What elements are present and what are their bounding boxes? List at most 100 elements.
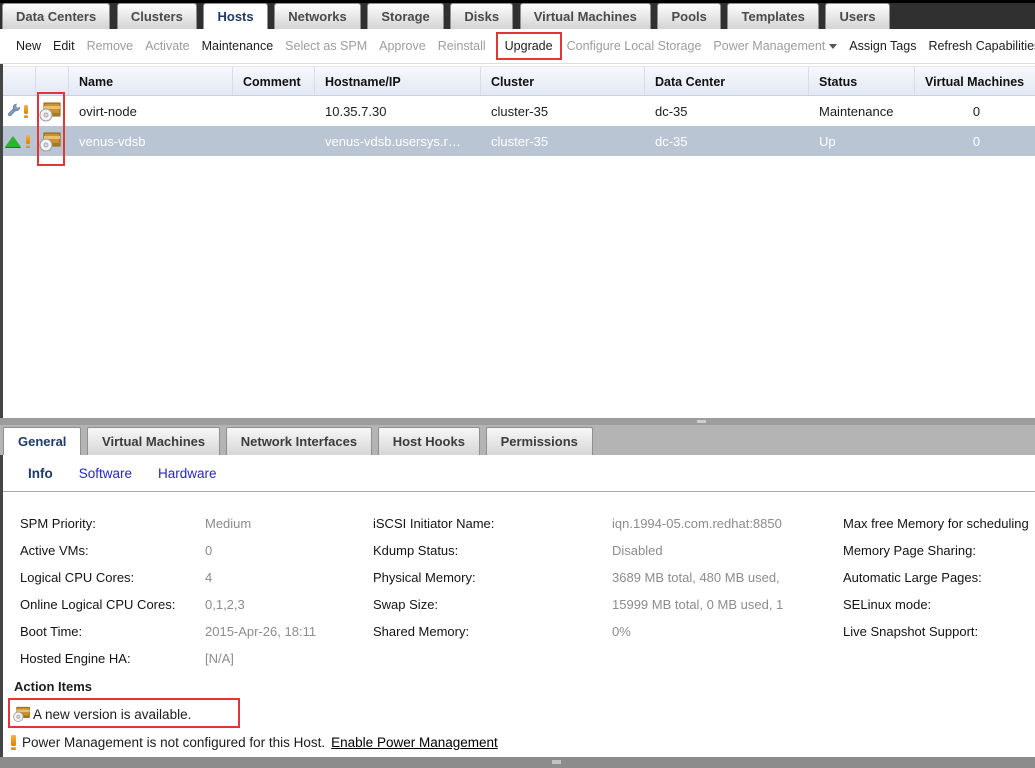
column-header-status-icon (3, 67, 36, 95)
info-column-right: Max free Memory for scheduling Memory Pa… (843, 510, 1035, 645)
field-label: Online Logical CPU Cores: (20, 591, 205, 618)
field-value: 3689 MB total, 480 MB used, (612, 564, 780, 591)
column-header-data-center[interactable]: Data Center (645, 67, 809, 95)
host-cluster: cluster-35 (481, 134, 645, 149)
resize-handle-icon[interactable] (552, 760, 561, 764)
column-header-cluster[interactable]: Cluster (481, 67, 645, 95)
field-label: SPM Priority: (20, 510, 205, 537)
general-sub-tabs: Info Software Hardware (3, 455, 1035, 492)
status-up-icon (5, 136, 21, 147)
column-header-status[interactable]: Status (809, 67, 915, 95)
host-name: ovirt-node (69, 104, 233, 119)
column-header-name[interactable]: Name (69, 67, 233, 95)
field-label: Shared Memory: (373, 618, 612, 645)
column-header-upgrade-icon (36, 67, 69, 95)
upgrade-available-icon (38, 131, 62, 152)
pane-splitter[interactable] (0, 418, 1035, 425)
remove-button[interactable]: Remove (87, 39, 134, 53)
column-header-comment[interactable]: Comment (233, 67, 315, 95)
splitter-handle-icon[interactable] (697, 420, 706, 423)
main-tab-bar: Data Centers Clusters Hosts Networks Sto… (0, 0, 1035, 29)
wrench-icon (5, 103, 21, 119)
table-row-ovirt-node[interactable]: ovirt-node 10.35.7.30 cluster-35 dc-35 M… (3, 96, 1035, 126)
tab-storage[interactable]: Storage (367, 3, 443, 29)
field-value: Disabled (612, 537, 663, 564)
host-cluster: cluster-35 (481, 104, 645, 119)
power-management-dropdown[interactable]: Power Management (713, 39, 837, 53)
field-value: 0,1,2,3 (205, 591, 245, 618)
tab-host-hooks[interactable]: Host Hooks (378, 427, 480, 455)
field-label: Kdump Status: (373, 537, 612, 564)
host-vm-count: 0 (915, 104, 1035, 119)
field-label: Active VMs: (20, 537, 205, 564)
tab-pools[interactable]: Pools (657, 3, 720, 29)
edit-button[interactable]: Edit (53, 39, 75, 53)
tab-virtual-machines-detail[interactable]: Virtual Machines (87, 427, 220, 455)
column-header-hostname[interactable]: Hostname/IP (315, 67, 481, 95)
assign-tags-button[interactable]: Assign Tags (849, 39, 916, 53)
alert-icon (23, 105, 29, 118)
field-value: [N/A] (205, 645, 234, 672)
configure-local-storage-button[interactable]: Configure Local Storage (567, 39, 702, 53)
hosts-table: Name Comment Hostname/IP Cluster Data Ce… (3, 66, 1035, 156)
host-data-center: dc-35 (645, 104, 809, 119)
maintenance-button[interactable]: Maintenance (202, 39, 274, 53)
approve-button[interactable]: Approve (379, 39, 426, 53)
bottom-resize-bar[interactable] (0, 757, 1035, 768)
activate-button[interactable]: Activate (145, 39, 189, 53)
subtab-hardware[interactable]: Hardware (158, 466, 217, 481)
enable-power-management-link[interactable]: Enable Power Management (331, 735, 498, 750)
host-data-center: dc-35 (645, 134, 809, 149)
action-items-heading: Action Items (14, 679, 92, 694)
field-label: iSCSI Initiator Name: (373, 510, 612, 537)
subtab-software[interactable]: Software (79, 466, 132, 481)
field-label: Swap Size: (373, 591, 612, 618)
field-label: Memory Page Sharing: (843, 537, 976, 564)
info-column-middle: iSCSI Initiator Name:iqn.1994-05.com.red… (373, 510, 783, 645)
host-status: Up (809, 134, 915, 149)
upgrade-available-icon (38, 101, 62, 122)
tab-disks[interactable]: Disks (450, 3, 513, 29)
field-label: Automatic Large Pages: (843, 564, 982, 591)
host-status: Maintenance (809, 104, 915, 119)
subtab-info[interactable]: Info (28, 466, 53, 481)
select-as-spm-button[interactable]: Select as SPM (285, 39, 367, 53)
tab-users[interactable]: Users (825, 3, 889, 29)
chevron-down-icon (829, 44, 837, 49)
info-column-left: SPM Priority:Medium Active VMs:0 Logical… (20, 510, 316, 672)
tab-clusters[interactable]: Clusters (117, 3, 197, 29)
host-name: venus-vdsb (69, 134, 233, 149)
upgrade-button[interactable]: Upgrade (496, 32, 562, 60)
new-button[interactable]: New (16, 39, 41, 53)
new-version-text: A new version is available. (33, 707, 191, 722)
field-value: 15999 MB total, 0 MB used, 1 (612, 591, 783, 618)
tab-virtual-machines[interactable]: Virtual Machines (520, 3, 651, 29)
action-item-new-version: A new version is available. (12, 703, 191, 725)
tab-data-centers[interactable]: Data Centers (2, 3, 110, 29)
column-header-virtual-machines[interactable]: Virtual Machines (915, 67, 1035, 95)
host-hostname: venus-vdsb.usersys.r… (315, 134, 481, 149)
tab-general[interactable]: General (3, 427, 81, 455)
field-label: Logical CPU Cores: (20, 564, 205, 591)
tab-networks[interactable]: Networks (274, 3, 361, 29)
field-label: Physical Memory: (373, 564, 612, 591)
tab-network-interfaces[interactable]: Network Interfaces (226, 427, 372, 455)
host-vm-count: 0 (915, 134, 1035, 149)
reinstall-button[interactable]: Reinstall (438, 39, 486, 53)
hosts-toolbar: New Edit Remove Activate Maintenance Sel… (0, 29, 1035, 64)
alert-icon (10, 735, 16, 750)
tab-hosts[interactable]: Hosts (203, 3, 267, 29)
host-hostname: 10.35.7.30 (315, 104, 481, 119)
field-value: 0% (612, 618, 631, 645)
table-header-row: Name Comment Hostname/IP Cluster Data Ce… (3, 66, 1035, 96)
field-label: Live Snapshot Support: (843, 618, 978, 645)
alert-icon (25, 135, 31, 148)
power-management-text: Power Management is not configured for t… (22, 735, 325, 750)
field-value: Medium (205, 510, 251, 537)
tab-permissions[interactable]: Permissions (486, 427, 593, 455)
field-value: 4 (205, 564, 212, 591)
refresh-capabilities-button[interactable]: Refresh Capabilities (928, 39, 1035, 53)
table-row-venus-vdsb[interactable]: venus-vdsb venus-vdsb.usersys.r… cluster… (3, 126, 1035, 156)
field-value: iqn.1994-05.com.redhat:8850 (612, 510, 782, 537)
tab-templates[interactable]: Templates (727, 3, 818, 29)
